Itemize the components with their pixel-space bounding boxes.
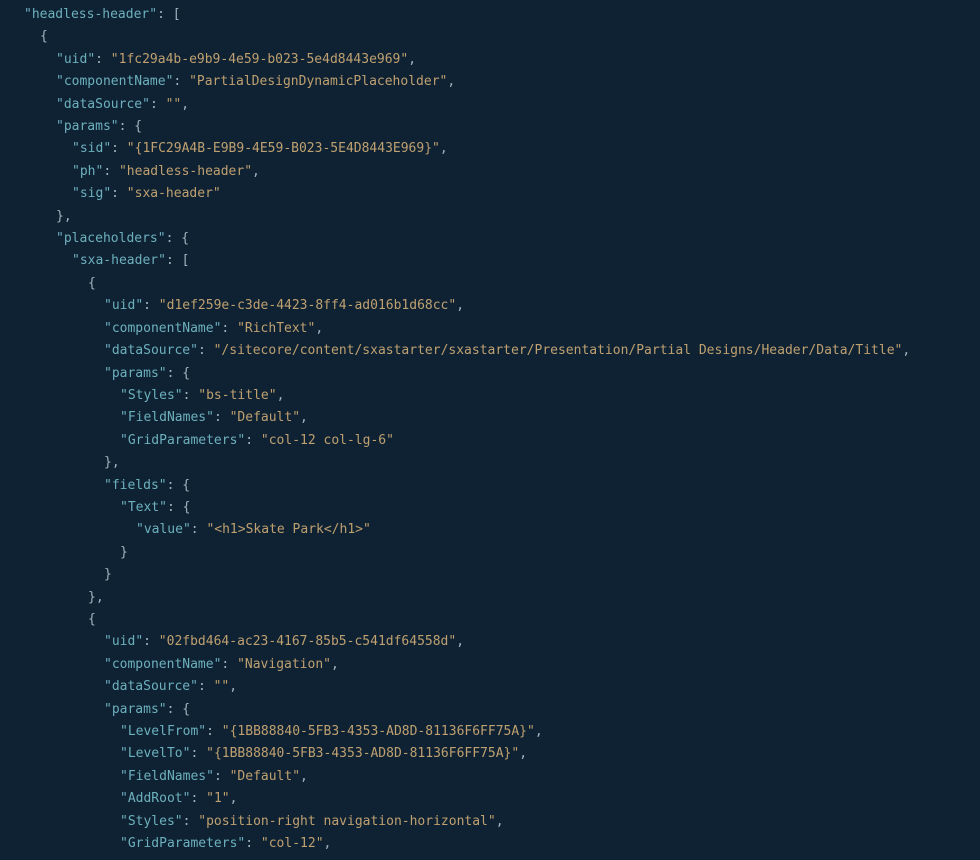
key-sig: "sig": [72, 186, 111, 201]
key-Styles: "Styles": [120, 388, 183, 403]
key-componentName: "componentName": [56, 74, 173, 89]
val-Styles: "position-right navigation-horizontal": [198, 814, 495, 829]
val-AddRoot: "1": [206, 791, 229, 806]
key-componentName: "componentName": [104, 321, 221, 336]
key-sxa-header: "sxa-header": [72, 253, 166, 268]
key-GridParameters: "GridParameters": [120, 433, 245, 448]
val-value: "<h1>Skate Park</h1>": [206, 522, 370, 537]
key-GridParameters: "GridParameters": [120, 836, 245, 851]
val-componentName: "PartialDesignDynamicPlaceholder": [189, 74, 447, 89]
key-headless-header: "headless-header": [24, 7, 157, 22]
val-LevelFrom: "{1BB88840-5FB3-4353-AD8D-81136F6FF75A}": [222, 724, 535, 739]
key-params: "params": [56, 119, 119, 134]
val-FieldNames: "Default": [230, 769, 300, 784]
val-uid: "02fbd464-ac23-4167-85b5-c541df64558d": [159, 634, 456, 649]
key-dataSource: "dataSource": [56, 97, 150, 112]
val-Styles: "bs-title": [198, 388, 276, 403]
val-FieldNames: "Default": [230, 410, 300, 425]
val-LevelTo: "{1BB88840-5FB3-4353-AD8D-81136F6FF75A}": [206, 746, 519, 761]
key-componentName: "componentName": [104, 657, 221, 672]
val-dataSource: "": [166, 97, 182, 112]
val-sid: "{1FC29A4B-E9B9-4E59-B023-5E4D8443E969}": [127, 141, 440, 156]
val-dataSource: "": [214, 679, 230, 694]
json-code-block: "headless-header": [ { "uid": "1fc29a4b-…: [0, 0, 980, 855]
key-LevelTo: "LevelTo": [120, 746, 190, 761]
key-AddRoot: "AddRoot": [120, 791, 190, 806]
val-uid: "1fc29a4b-e9b9-4e59-b023-5e4d8443e969": [111, 52, 408, 67]
key-fields: "fields": [104, 478, 167, 493]
key-placeholders: "placeholders": [56, 231, 166, 246]
val-GridParameters: "col-12 col-lg-6": [261, 433, 394, 448]
key-dataSource: "dataSource": [104, 679, 198, 694]
val-dataSource: "/sitecore/content/sxastarter/sxastarter…: [214, 343, 903, 358]
key-uid: "uid": [104, 298, 143, 313]
key-Styles: "Styles": [120, 814, 183, 829]
val-componentName: "Navigation": [237, 657, 331, 672]
key-Text: "Text": [120, 500, 167, 515]
key-params: "params": [104, 702, 167, 717]
key-sid: "sid": [72, 141, 111, 156]
key-uid: "uid": [104, 634, 143, 649]
val-ph: "headless-header": [119, 164, 252, 179]
key-value: "value": [136, 522, 191, 537]
key-LevelFrom: "LevelFrom": [120, 724, 206, 739]
val-sig: "sxa-header": [127, 186, 221, 201]
key-ph: "ph": [72, 164, 103, 179]
key-dataSource: "dataSource": [104, 343, 198, 358]
key-FieldNames: "FieldNames": [120, 769, 214, 784]
val-componentName: "RichText": [237, 321, 315, 336]
key-params: "params": [104, 366, 167, 381]
val-GridParameters: "col-12": [261, 836, 324, 851]
key-FieldNames: "FieldNames": [120, 410, 214, 425]
key-uid: "uid": [56, 52, 95, 67]
val-uid: "d1ef259e-c3de-4423-8ff4-ad016b1d68cc": [159, 298, 456, 313]
